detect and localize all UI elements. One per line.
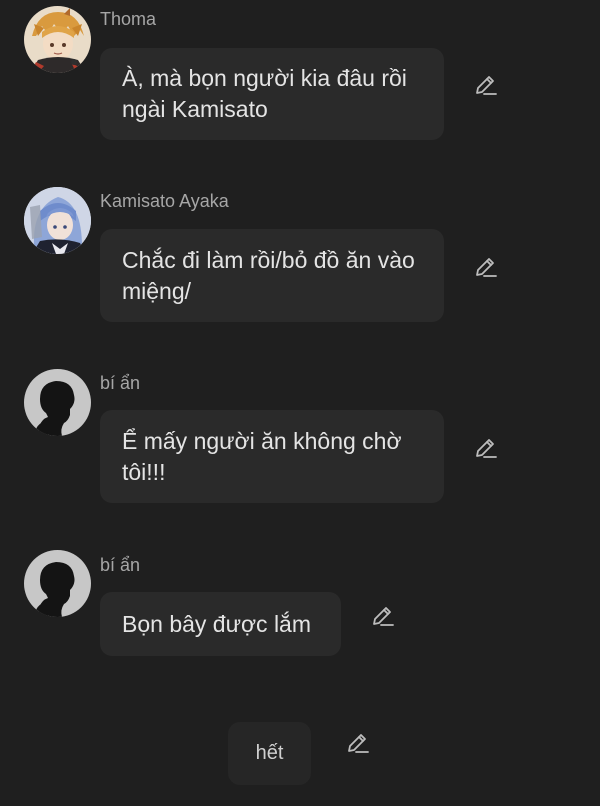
message-text: Chắc đi làm rồi/bỏ đồ ăn vào miệng/ (122, 246, 415, 304)
end-text: hết (255, 742, 284, 764)
end-bubble: hết (228, 722, 311, 785)
pencil-edit-icon[interactable] (473, 255, 499, 281)
message-text: À, mà bọn người kia đâu rồi ngài Kamisat… (122, 65, 407, 122)
message-bubble: À, mà bọn người kia đâu rồi ngài Kamisat… (100, 48, 444, 140)
pencil-edit-icon[interactable] (345, 731, 371, 757)
sender-name: Thoma (100, 9, 157, 29)
message-bubble: Bọn bây được lắm (100, 592, 341, 656)
avatar-ayaka[interactable] (24, 187, 91, 254)
avatar-thoma[interactable] (24, 6, 91, 73)
message-bubble: Chắc đi làm rồi/bỏ đồ ăn vào miệng/ (100, 229, 444, 322)
pencil-edit-icon[interactable] (473, 73, 499, 99)
avatar-silhouette[interactable] (24, 550, 91, 617)
message-text: Bọn bây được lắm (122, 610, 312, 637)
sender-name: Kamisato Ayaka (100, 191, 229, 211)
message-bubble: Ể mấy người ăn không chờ tôi!!! (100, 410, 444, 503)
avatar-silhouette[interactable] (24, 369, 91, 436)
sender-name: bí ẩn (100, 555, 141, 575)
pencil-edit-icon[interactable] (370, 604, 396, 630)
message-text: Ể mấy người ăn không chờ tôi!!! (122, 427, 402, 485)
sender-name: bí ẩn (100, 373, 141, 393)
pencil-edit-icon[interactable] (473, 436, 499, 462)
